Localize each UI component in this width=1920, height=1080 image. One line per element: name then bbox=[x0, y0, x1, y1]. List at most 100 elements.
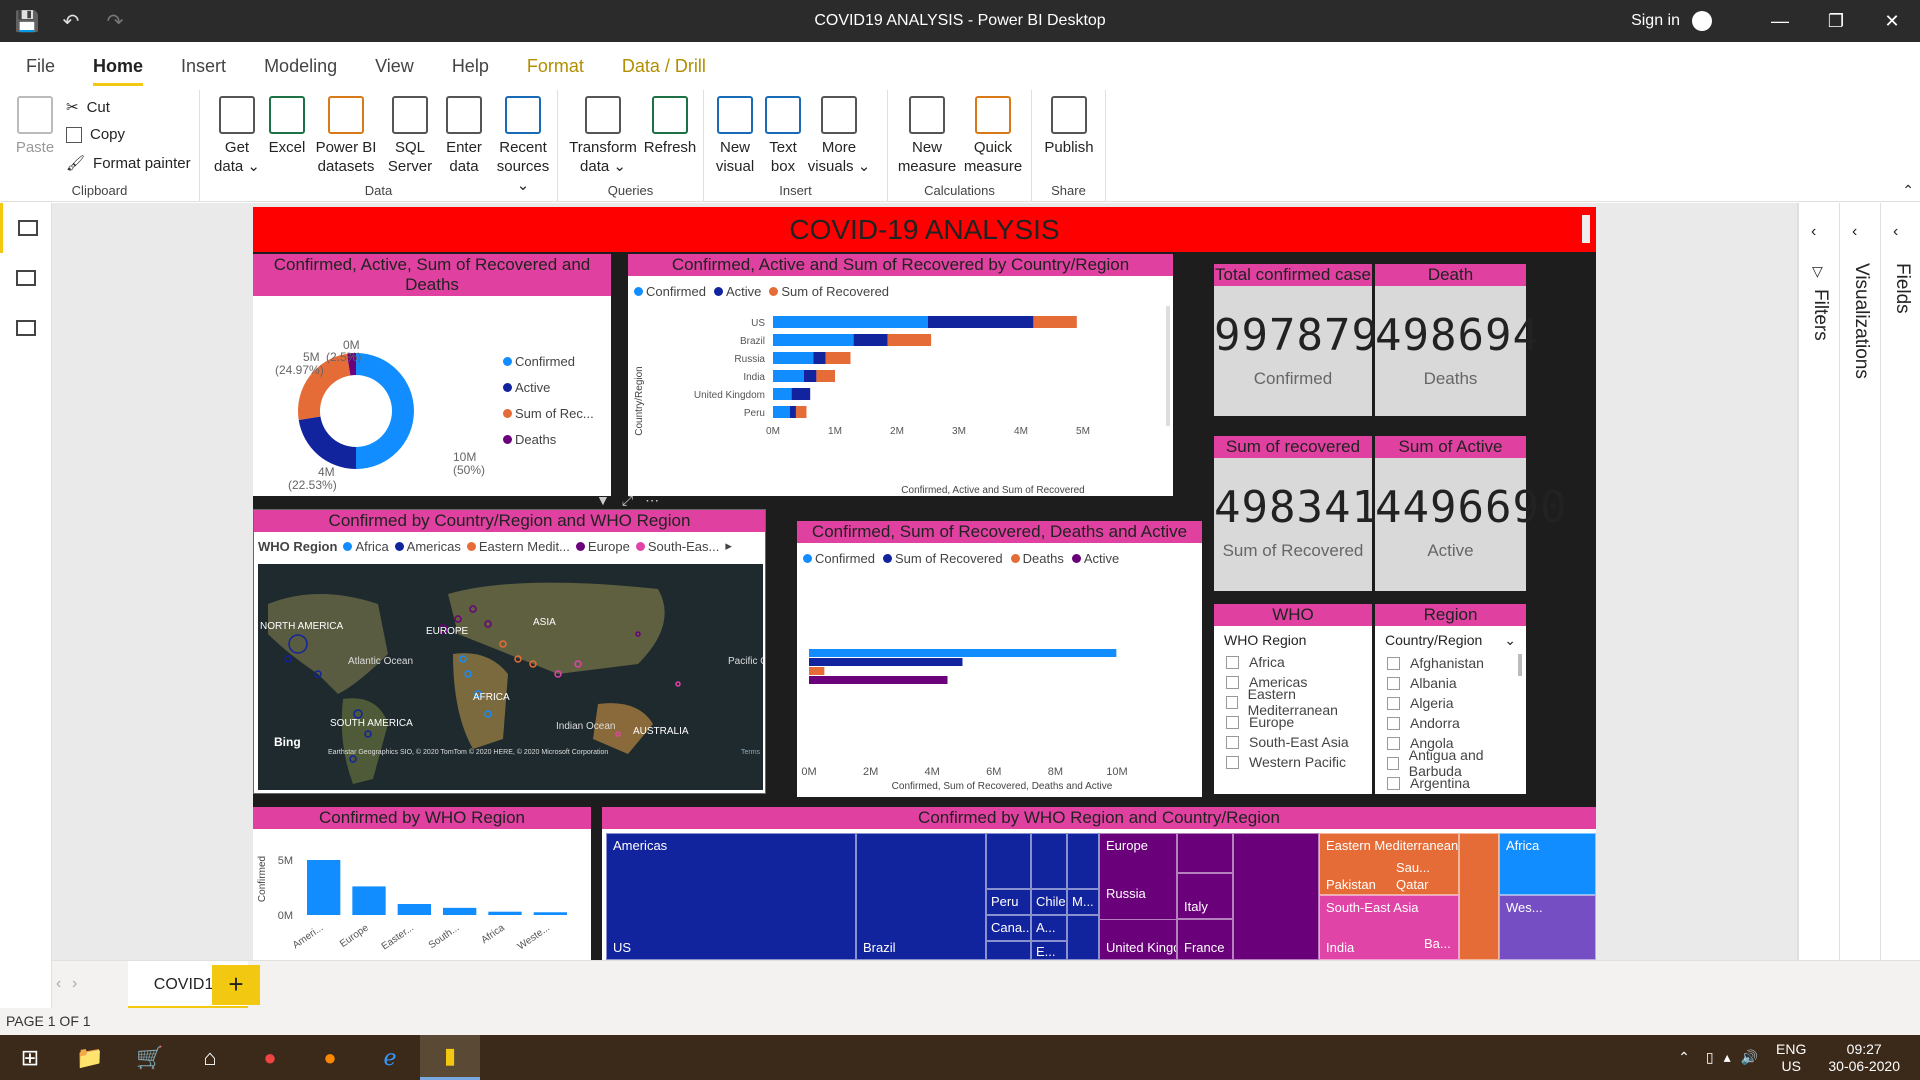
legend-item[interactable]: South-Eas... bbox=[635, 539, 719, 554]
treemap-cell-western-pacific[interactable]: Wes... bbox=[1499, 895, 1596, 960]
more-visuals-button[interactable]: More visuals ⌄ bbox=[806, 96, 872, 176]
country-bar-chart-card[interactable]: Confirmed, Active and Sum of Recovered b… bbox=[628, 254, 1173, 496]
copy-button[interactable]: Copy bbox=[66, 126, 125, 143]
checkbox[interactable] bbox=[1387, 696, 1400, 710]
legend-item[interactable]: Deaths bbox=[1010, 551, 1064, 566]
home-icon[interactable]: ⌂ bbox=[180, 1035, 240, 1080]
file-explorer-icon[interactable]: 📁 bbox=[60, 1035, 120, 1080]
legend-item[interactable]: Sum of Recovered bbox=[882, 551, 1003, 566]
bar-active[interactable] bbox=[789, 406, 796, 418]
restore-icon[interactable]: ❐ bbox=[1808, 11, 1864, 32]
menu-help[interactable]: Help bbox=[452, 56, 489, 77]
focus-mode-icon[interactable]: ⤢ bbox=[622, 492, 633, 509]
bar-confirmed[interactable] bbox=[773, 370, 804, 382]
publish-button[interactable]: Publish bbox=[1038, 96, 1100, 157]
treemap-cell[interactable] bbox=[1459, 833, 1499, 960]
bar-active[interactable] bbox=[791, 388, 811, 400]
bing-map[interactable]: NORTH AMERICA EUROPE ASIA Atlantic Ocean… bbox=[258, 564, 763, 790]
treemap-cell-peru[interactable]: Peru bbox=[986, 889, 1031, 915]
bar-deaths[interactable] bbox=[809, 667, 825, 675]
quick-measure-button[interactable]: Quick measure bbox=[960, 96, 1026, 176]
legend-item[interactable]: Active bbox=[503, 375, 594, 401]
bar-confirmed[interactable] bbox=[773, 406, 790, 418]
internet-explorer-icon[interactable]: ℯ bbox=[360, 1035, 420, 1080]
treemap-cell[interactable]: E... bbox=[1031, 941, 1067, 960]
menu-home[interactable]: Home bbox=[93, 56, 144, 86]
treemap-cell-americas[interactable]: Americas US bbox=[606, 833, 856, 960]
menu-format[interactable]: Format bbox=[527, 56, 584, 77]
avatar[interactable] bbox=[1692, 11, 1712, 31]
treemap-cell[interactable]: M... bbox=[1067, 889, 1099, 915]
collapse-icon[interactable]: ‹ bbox=[1893, 223, 1898, 241]
treemap-cell-italy[interactable]: Italy bbox=[1177, 873, 1233, 919]
sign-in-link[interactable]: Sign in bbox=[1631, 12, 1680, 30]
chrome-icon[interactable]: ● bbox=[240, 1035, 300, 1080]
treemap-cell[interactable] bbox=[1067, 915, 1099, 960]
more-options-icon[interactable]: ⋯ bbox=[645, 492, 659, 509]
slicer-scrollbar[interactable] bbox=[1518, 654, 1522, 676]
legend-item[interactable]: Confirmed bbox=[803, 551, 875, 566]
bar-sum-of-recovered[interactable] bbox=[825, 352, 851, 364]
menu-insert[interactable]: Insert bbox=[181, 56, 226, 77]
clock[interactable]: 09:27 30-06-2020 bbox=[1828, 1041, 1900, 1075]
column-3[interactable] bbox=[443, 907, 477, 915]
close-icon[interactable]: ✕ bbox=[1864, 11, 1920, 32]
filter-icon[interactable]: ▼ bbox=[596, 492, 610, 509]
legend-item[interactable]: Confirmed bbox=[503, 349, 594, 375]
donut-chart-card[interactable]: Confirmed, Active, Sum of Recovered and … bbox=[253, 254, 611, 496]
excel-button[interactable]: Excel bbox=[264, 96, 310, 157]
next-page-icon[interactable]: › bbox=[72, 975, 77, 993]
menu-data-drill[interactable]: Data / Drill bbox=[622, 56, 706, 77]
collapse-icon[interactable]: ‹ bbox=[1811, 223, 1816, 241]
bar-confirmed[interactable] bbox=[773, 352, 814, 364]
data-view-button[interactable] bbox=[0, 253, 52, 303]
menu-view[interactable]: View bbox=[375, 56, 414, 77]
get-data-button[interactable]: Get data ⌄ bbox=[212, 96, 262, 176]
bar-sum-of-recovered[interactable] bbox=[795, 406, 807, 418]
legend-item[interactable]: Deaths bbox=[503, 427, 594, 453]
bar-active[interactable] bbox=[928, 316, 1034, 328]
treemap-cell[interactable]: A... bbox=[1031, 915, 1067, 941]
treemap-cell[interactable] bbox=[986, 941, 1031, 960]
add-page-button[interactable]: + bbox=[212, 965, 260, 1005]
checkbox[interactable] bbox=[1387, 716, 1400, 730]
slicer-option[interactable]: Africa bbox=[1226, 652, 1372, 672]
enter-data-button[interactable]: Enter data bbox=[438, 96, 490, 176]
menu-file[interactable]: File bbox=[26, 56, 55, 77]
checkbox[interactable] bbox=[1226, 675, 1239, 689]
legend-next-icon[interactable]: ▸ bbox=[725, 538, 732, 554]
map-card[interactable]: Confirmed by Country/Region and WHO Regi… bbox=[253, 509, 766, 794]
bar-confirmed[interactable] bbox=[773, 334, 854, 346]
map-bubble[interactable] bbox=[675, 681, 681, 687]
firefox-icon[interactable]: ● bbox=[300, 1035, 360, 1080]
filters-pane[interactable]: ‹ ▽ Filters bbox=[1798, 203, 1839, 1020]
column-0[interactable] bbox=[307, 860, 341, 915]
cut-button[interactable]: ✂ Cut bbox=[66, 98, 110, 117]
new-measure-button[interactable]: New measure bbox=[894, 96, 960, 176]
slicer-option[interactable]: Antigua and Barbuda bbox=[1387, 747, 1526, 779]
language-indicator[interactable]: ENG US bbox=[1776, 1041, 1806, 1075]
treemap-cell[interactable] bbox=[986, 833, 1031, 889]
menu-modeling[interactable]: Modeling bbox=[264, 56, 337, 77]
battery-icon[interactable]: ▯ bbox=[1706, 1049, 1714, 1066]
checkbox[interactable] bbox=[1226, 735, 1239, 749]
map-bubble[interactable] bbox=[284, 655, 292, 663]
treemap-cell[interactable] bbox=[1177, 833, 1233, 873]
legend-item[interactable]: Sum of Rec... bbox=[503, 401, 594, 427]
save-icon[interactable]: 💾 bbox=[10, 4, 44, 38]
bar-confirmed[interactable] bbox=[773, 316, 928, 328]
checkbox[interactable] bbox=[1387, 776, 1400, 790]
title-scrollbar[interactable] bbox=[1582, 215, 1590, 243]
slicer-option[interactable]: Albania bbox=[1387, 673, 1526, 693]
checkbox[interactable] bbox=[1387, 736, 1400, 750]
sql-server-button[interactable]: SQL Server bbox=[382, 96, 438, 176]
donut-slice-confirmed[interactable] bbox=[356, 353, 414, 469]
collapse-icon[interactable]: ‹ bbox=[1852, 223, 1857, 241]
text-box-button[interactable]: Text box bbox=[760, 96, 806, 176]
chart-scrollbar[interactable] bbox=[1166, 306, 1170, 426]
bar-sum-of-recovered[interactable] bbox=[1033, 316, 1077, 328]
bar-sum-of-recovered[interactable] bbox=[809, 658, 963, 666]
bar-confirmed[interactable] bbox=[809, 649, 1117, 657]
legend-item[interactable]: Active bbox=[1071, 551, 1119, 566]
column-4[interactable] bbox=[488, 911, 522, 915]
